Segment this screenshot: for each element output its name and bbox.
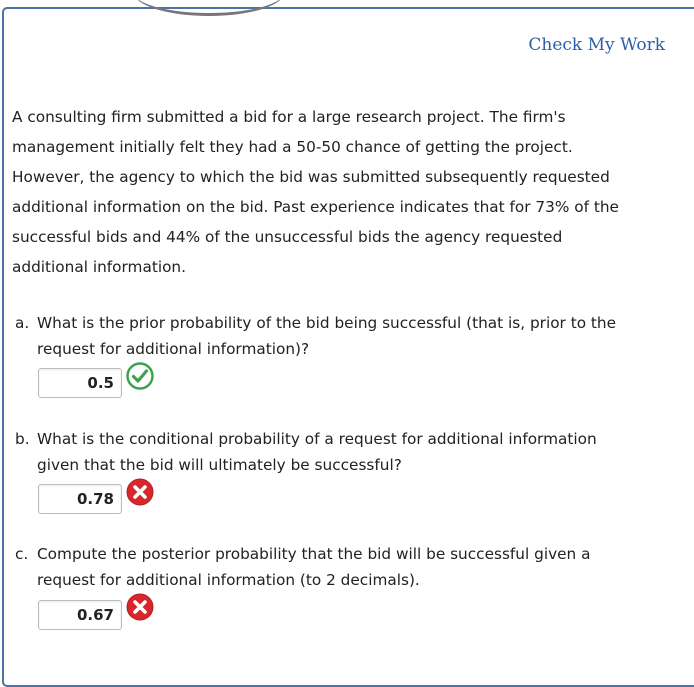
problem-line: management initially felt they had a 50-… bbox=[12, 138, 573, 156]
question-letter: a. bbox=[15, 314, 30, 332]
problem-line: However, the agency to which the bid was… bbox=[12, 168, 610, 186]
question-c: c. Compute the posterior probability tha… bbox=[15, 541, 693, 593]
question-letter: b. bbox=[15, 430, 30, 448]
answer-input-c[interactable] bbox=[38, 600, 122, 630]
answer-input-a[interactable] bbox=[38, 368, 122, 398]
question-text: request for additional information)? bbox=[37, 340, 310, 358]
problem-line: additional information. bbox=[12, 258, 186, 276]
check-circle-icon bbox=[126, 362, 154, 390]
question-text: given that the bid will ultimately be su… bbox=[37, 456, 402, 474]
x-circle-icon bbox=[126, 478, 154, 506]
question-text: What is the prior probability of the bid… bbox=[37, 314, 617, 332]
question-text: request for additional information (to 2… bbox=[37, 571, 420, 589]
problem-line: successful bids and 44% of the unsuccess… bbox=[12, 228, 563, 246]
question-letter: c. bbox=[15, 545, 29, 563]
x-circle-icon bbox=[126, 593, 154, 621]
problem-line: additional information on the bid. Past … bbox=[12, 198, 619, 216]
question-text: Compute the posterior probability that t… bbox=[37, 545, 591, 563]
check-my-work-link[interactable]: Check My Work bbox=[528, 35, 665, 55]
tab-decoration bbox=[134, 0, 284, 16]
problem-line: A consulting firm submitted a bid for a … bbox=[12, 108, 566, 126]
question-a: a. What is the prior probability of the … bbox=[15, 310, 693, 362]
problem-statement: A consulting firm submitted a bid for a … bbox=[12, 102, 692, 282]
question-text: What is the conditional probability of a… bbox=[37, 430, 597, 448]
question-b: b. What is the conditional probability o… bbox=[15, 426, 693, 478]
answer-input-b[interactable] bbox=[38, 484, 122, 514]
